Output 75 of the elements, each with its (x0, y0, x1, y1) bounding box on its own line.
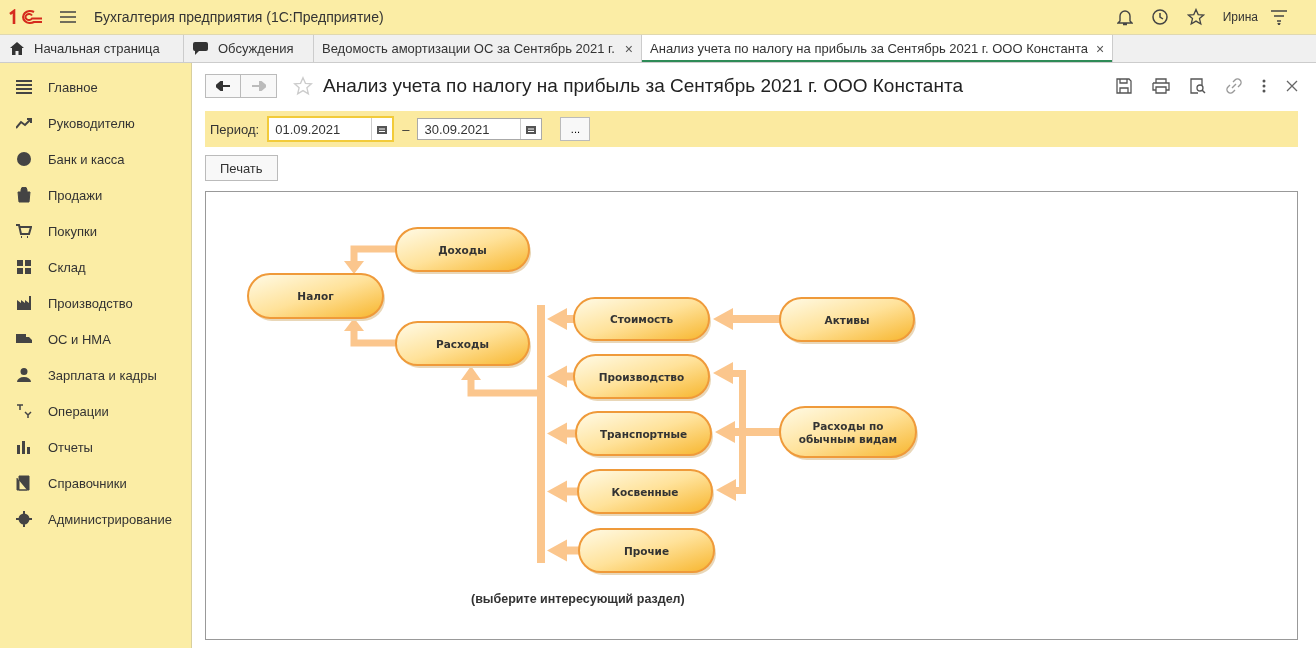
section-icon (16, 223, 32, 239)
print-icon[interactable] (1152, 78, 1170, 94)
diagram-node[interactable]: Налог (247, 273, 385, 321)
app-title: Бухгалтерия предприятия (1С:Предприятие) (94, 9, 384, 25)
menu-icon[interactable] (60, 11, 76, 23)
period-select-button[interactable]: ... (560, 117, 591, 141)
form-title: Анализ учета по налогу на прибыль за Сентябрь 2021 г. ООО Константа (323, 75, 963, 97)
section-icon (16, 151, 32, 167)
preview-icon[interactable] (1190, 78, 1206, 94)
connector-arrow (713, 308, 780, 330)
diagram-node[interactable]: Доходы (395, 227, 531, 274)
save-icon[interactable] (1116, 78, 1132, 94)
sidebar-item[interactable]: Продажи (0, 177, 191, 213)
section-icon (16, 295, 32, 311)
section-icon (16, 259, 32, 275)
sidebar-item[interactable]: Склад (0, 249, 191, 285)
section-icon (16, 511, 32, 527)
section-icon (16, 475, 32, 491)
dash: – (402, 121, 410, 137)
section-icon (16, 115, 32, 131)
diagram-node[interactable]: Активы (779, 297, 916, 344)
calendar-icon[interactable] (377, 124, 388, 134)
connector-arrow (547, 308, 574, 330)
sidebar-item[interactable]: Производство (0, 285, 191, 321)
bell-icon[interactable] (1116, 8, 1133, 26)
connector-arrow (547, 539, 579, 562)
date-field[interactable]: 30.09.2021 (417, 118, 543, 140)
diagram-node[interactable]: Транспортные (575, 411, 713, 458)
connector-arrow (344, 245, 396, 274)
close-icon[interactable] (1286, 80, 1298, 92)
diagram-node[interactable]: Прочие (578, 528, 716, 575)
back-button[interactable] (205, 74, 241, 98)
chat-icon (192, 41, 208, 56)
connector-arrow (547, 480, 578, 503)
diagram-node[interactable]: Стоимость (573, 297, 711, 343)
period-label: Период: (210, 121, 260, 137)
diagram-node[interactable]: Расходы (395, 321, 531, 368)
user-name[interactable]: Ирина (1222, 10, 1258, 24)
more-icon[interactable] (1262, 79, 1266, 93)
connector-arrow (547, 422, 576, 445)
sidebar-item[interactable]: Операции (0, 393, 191, 429)
close-tab-button[interactable]: × (1095, 40, 1105, 57)
section-icon (16, 403, 32, 419)
connector-arrow (344, 318, 396, 347)
hint-text: (выберите интересующий раздел) (471, 592, 685, 606)
section-icon (16, 439, 32, 455)
star-icon[interactable] (1186, 8, 1205, 26)
logo-icon[interactable] (8, 9, 44, 25)
section-icon (16, 367, 32, 383)
forward-arrow-icon (251, 81, 266, 91)
home-icon (10, 42, 24, 55)
section-icon (16, 187, 32, 203)
print-button[interactable]: Печать (205, 155, 278, 181)
sidebar-item[interactable]: Банк и касса (0, 141, 191, 177)
sidebar-item[interactable]: Покупки (0, 213, 191, 249)
calendar-icon[interactable] (526, 124, 537, 134)
close-tab-button[interactable]: × (624, 40, 634, 57)
sidebar-item[interactable]: Отчеты (0, 429, 191, 465)
tab[interactable]: Анализ учета по налогу на прибыль за Сентябрь 2021 г. ООО Константа × (642, 35, 1114, 62)
back-arrow-icon (216, 81, 230, 91)
funnel-menu-icon[interactable] (1270, 9, 1288, 25)
diagram-node[interactable]: Производство (573, 354, 711, 401)
diagram-node[interactable]: Косвенные (577, 469, 714, 516)
sidebar-item[interactable]: ОС и НМА (0, 321, 191, 357)
history-icon[interactable] (1150, 8, 1169, 26)
link-icon[interactable] (1226, 78, 1242, 94)
section-icon (16, 79, 32, 95)
date-field[interactable]: 01.09.2021 (267, 116, 395, 142)
diagram-node[interactable]: Расходы по обычным видам (779, 406, 918, 460)
sidebar-item[interactable]: Справочники (0, 465, 191, 501)
sidebar-item[interactable]: Зарплата и кадры (0, 357, 191, 393)
sidebar-item[interactable]: Главное (0, 69, 191, 105)
sidebar-item[interactable]: Руководителю (0, 105, 191, 141)
sidebar-item[interactable]: Администрирование (0, 501, 191, 537)
connector-arrow (547, 365, 574, 388)
